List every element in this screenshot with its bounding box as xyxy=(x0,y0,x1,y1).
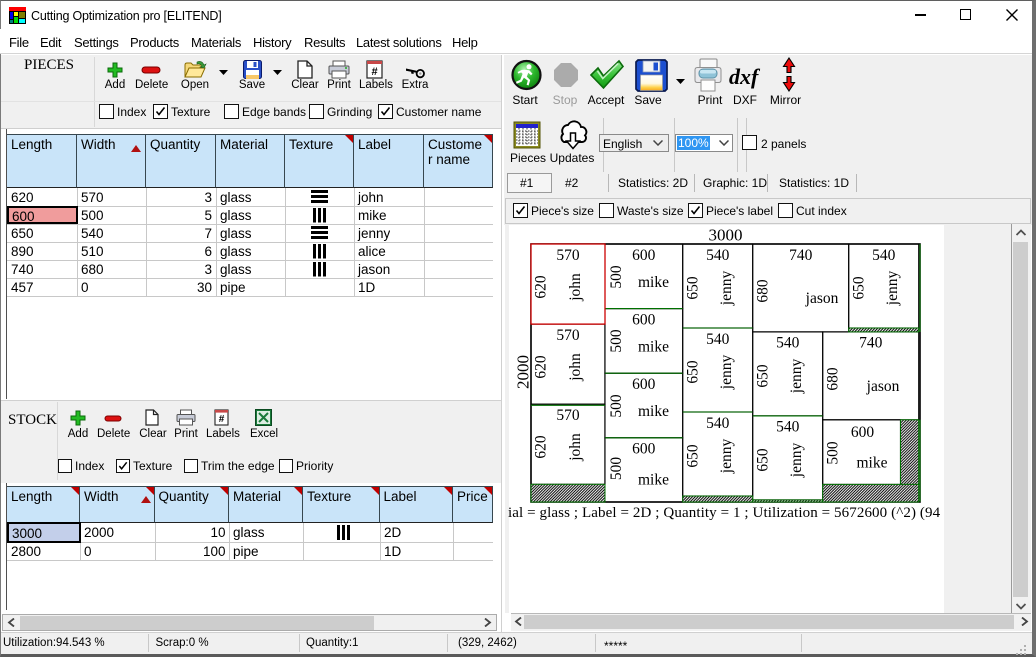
svg-text:600: 600 xyxy=(632,247,656,264)
svg-text:mike: mike xyxy=(857,455,888,472)
svg-text:650: 650 xyxy=(851,276,868,300)
svg-text:500: 500 xyxy=(608,457,625,481)
svg-text:740: 740 xyxy=(789,247,813,264)
svg-text:mike: mike xyxy=(638,339,669,356)
svg-text:john: john xyxy=(567,353,584,382)
svg-text:600: 600 xyxy=(632,311,656,328)
svg-text:540: 540 xyxy=(872,247,896,264)
svg-text:540: 540 xyxy=(776,419,800,436)
svg-text:jenny: jenny xyxy=(718,439,735,475)
svg-text:570: 570 xyxy=(556,327,580,344)
svg-text:jenny: jenny xyxy=(788,443,805,479)
svg-text:jenny: jenny xyxy=(718,271,735,307)
svg-text:mike: mike xyxy=(638,403,669,420)
svg-text:650: 650 xyxy=(685,276,702,300)
svg-text:540: 540 xyxy=(706,247,730,264)
svg-text:john: john xyxy=(567,433,584,462)
svg-text:570: 570 xyxy=(556,407,580,424)
svg-text:500: 500 xyxy=(608,329,625,353)
svg-text:500: 500 xyxy=(608,394,625,418)
svg-text:mike: mike xyxy=(638,472,669,489)
svg-text:600: 600 xyxy=(632,376,656,393)
svg-text:680: 680 xyxy=(825,367,842,391)
svg-text:3000: 3000 xyxy=(709,226,743,245)
svg-text:650: 650 xyxy=(685,444,702,468)
svg-text:jenny: jenny xyxy=(718,355,735,391)
svg-text:#: # xyxy=(371,66,377,78)
svg-text:jenny: jenny xyxy=(788,359,805,395)
svg-text:540: 540 xyxy=(706,331,730,348)
svg-text:mike: mike xyxy=(638,274,669,291)
svg-text:600: 600 xyxy=(632,441,656,458)
svg-text:540: 540 xyxy=(706,415,730,432)
svg-text:2000: 2000 xyxy=(514,355,533,389)
svg-text:650: 650 xyxy=(755,448,772,472)
svg-text:500: 500 xyxy=(608,265,625,289)
svg-text:740: 740 xyxy=(859,335,883,352)
svg-text:600: 600 xyxy=(851,424,875,441)
svg-text:#: # xyxy=(219,414,225,425)
svg-text:jenny: jenny xyxy=(884,271,901,307)
svg-text:570: 570 xyxy=(556,247,580,264)
svg-text:jason: jason xyxy=(866,378,900,395)
svg-text:650: 650 xyxy=(755,364,772,388)
svg-text:540: 540 xyxy=(776,335,800,352)
svg-text:680: 680 xyxy=(755,279,772,303)
svg-text:500: 500 xyxy=(825,441,842,465)
svg-text:650: 650 xyxy=(685,360,702,384)
svg-text:ial = glass ; Label = 2D ; Qua: ial = glass ; Label = 2D ; Quantity = 1 … xyxy=(508,505,941,521)
svg-text:jason: jason xyxy=(805,290,839,307)
svg-text:620: 620 xyxy=(533,355,550,379)
svg-text:620: 620 xyxy=(533,275,550,299)
svg-text:620: 620 xyxy=(533,435,550,459)
svg-text:john: john xyxy=(567,273,584,302)
